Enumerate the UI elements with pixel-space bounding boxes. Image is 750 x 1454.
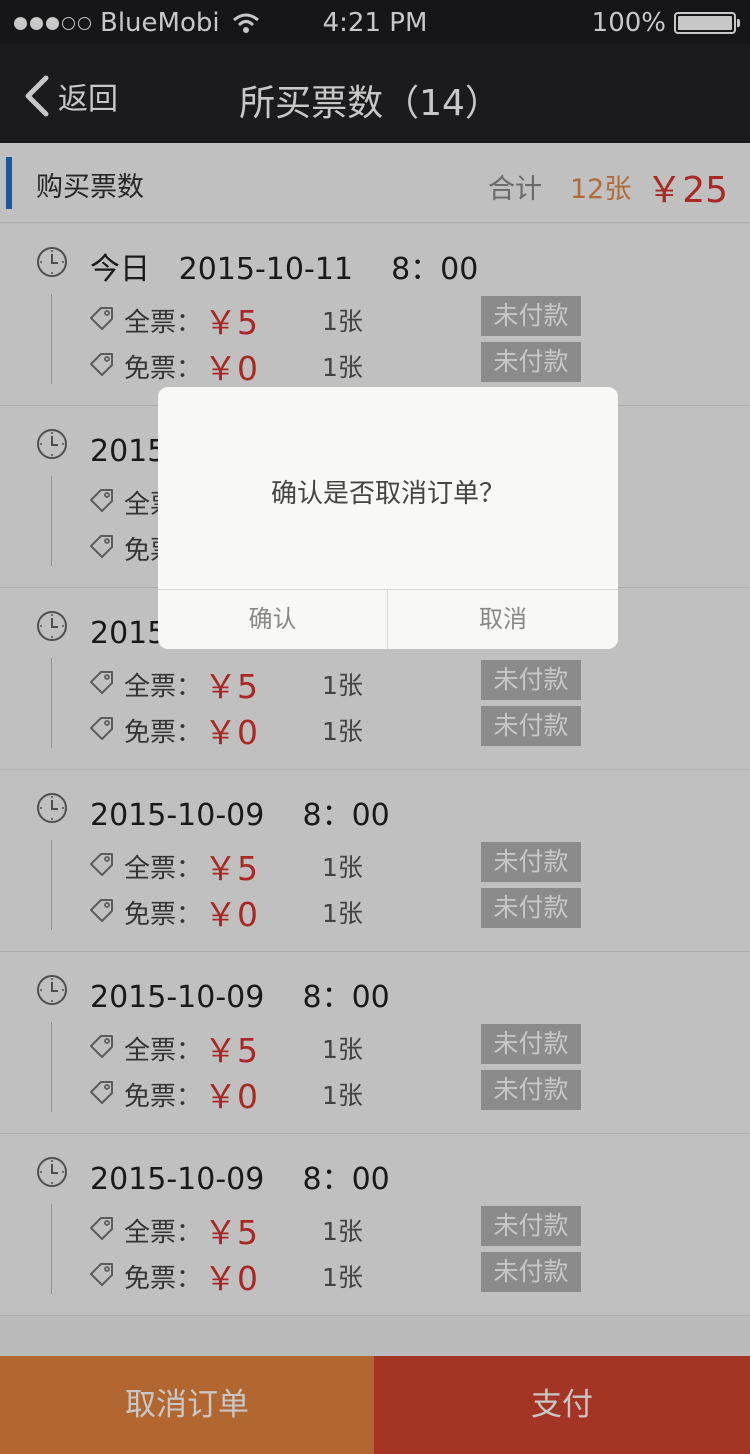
modal-overlay[interactable] [0,0,750,1454]
dialog-cancel-button[interactable]: 取消 [388,590,618,649]
dialog-message: 确认是否取消订单？ [270,479,505,509]
dialog-confirm-button[interactable]: 确认 [158,590,387,649]
bottom-bar: 取消订单 支付 [0,1356,750,1454]
cancel-order-button[interactable]: 取消订单 [0,1356,374,1454]
confirm-dialog: 确认是否取消订单？ 确认 取消 [158,387,618,649]
pay-button[interactable]: 支付 [374,1356,750,1454]
